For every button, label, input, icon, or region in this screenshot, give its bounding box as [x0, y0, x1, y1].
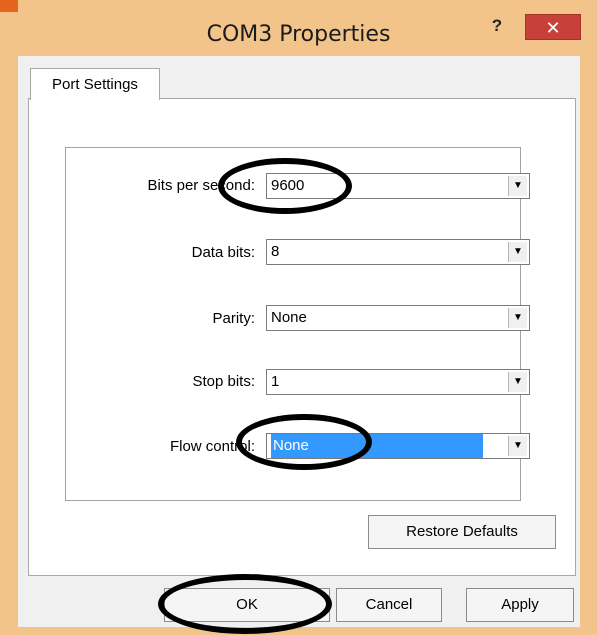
title-bar[interactable]: COM3 Properties ? ✕	[0, 0, 597, 56]
chevron-down-icon[interactable]: ▼	[508, 176, 527, 196]
restore-defaults-button[interactable]: Restore Defaults	[368, 515, 556, 549]
help-button[interactable]: ?	[482, 14, 512, 38]
bits-per-second-label: Bits per second:	[147, 177, 255, 194]
bits-per-second-select[interactable]: 9600 ▼	[266, 173, 530, 199]
chevron-down-icon[interactable]: ▼	[508, 308, 527, 328]
parity-label: Parity:	[212, 310, 255, 327]
cancel-button[interactable]: Cancel	[336, 588, 442, 622]
apply-button[interactable]: Apply	[466, 588, 574, 622]
tab-panel: Bits per second: 9600 ▼ Data bits: 8 ▼ P…	[28, 98, 576, 576]
data-bits-label: Data bits:	[191, 244, 255, 261]
dialog-client-area: Port Settings Bits per second: 9600 ▼ Da…	[18, 56, 580, 627]
flow-control-label: Flow control:	[169, 438, 255, 455]
data-bits-select[interactable]: 8 ▼	[266, 239, 530, 265]
stop-bits-select[interactable]: 1 ▼	[266, 369, 530, 395]
chevron-down-icon[interactable]: ▼	[508, 372, 527, 392]
chevron-down-icon[interactable]: ▼	[508, 242, 527, 262]
data-bits-value: 8	[271, 243, 280, 260]
stop-bits-label: Stop bits:	[192, 373, 255, 390]
flow-control-value: None	[271, 434, 483, 458]
close-icon: ✕	[545, 18, 561, 38]
stop-bits-value: 1	[271, 373, 280, 390]
chevron-down-icon[interactable]: ▼	[508, 436, 527, 456]
tab-port-settings[interactable]: Port Settings	[30, 68, 160, 100]
flow-control-select[interactable]: None ▼	[266, 433, 530, 459]
close-button[interactable]: ✕	[525, 14, 581, 40]
bits-per-second-value: 9600	[271, 177, 305, 194]
parity-value: None	[271, 309, 307, 326]
dialog-window: COM3 Properties ? ✕ Port Settings Bits p…	[0, 0, 597, 635]
ok-button[interactable]: OK	[164, 588, 330, 622]
parity-select[interactable]: None ▼	[266, 305, 530, 331]
